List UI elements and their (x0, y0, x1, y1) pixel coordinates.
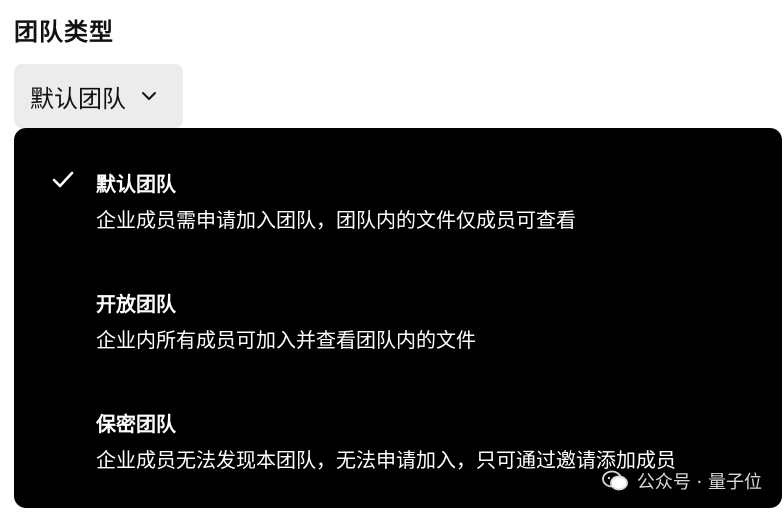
check-icon (52, 170, 74, 190)
option-title: 默认团队 (96, 172, 176, 196)
select-value: 默认团队 (30, 84, 126, 113)
section-title: 团队类型 (14, 18, 114, 46)
option-description: 企业内所有成员可加入并查看团队内的文件 (96, 328, 476, 352)
wechat-icon (601, 470, 629, 492)
option-title: 开放团队 (96, 292, 176, 316)
option-description: 企业成员无法发现本团队，无法申请加入，只可通过邀请添加成员 (96, 448, 676, 472)
team-type-dropdown: 默认团队 企业成员需申请加入团队，团队内的文件仅成员可查看 开放团队 企业内所有… (14, 128, 782, 508)
option-title: 保密团队 (96, 412, 176, 436)
chevron-down-icon (140, 87, 158, 105)
option-default-team[interactable]: 默认团队 企业成员需申请加入团队，团队内的文件仅成员可查看 (14, 128, 782, 238)
option-description: 企业成员需申请加入团队，团队内的文件仅成员可查看 (96, 208, 576, 232)
option-open-team[interactable]: 开放团队 企业内所有成员可加入并查看团队内的文件 (14, 248, 782, 358)
option-private-team[interactable]: 保密团队 企业成员无法发现本团队，无法申请加入，只可通过邀请添加成员 (14, 368, 782, 478)
team-type-select[interactable]: 默认团队 (14, 64, 183, 128)
team-type-page: 团队类型 默认团队 默认团队 企业成员需申请加入团队，团队内的文件仅成员可查看 … (0, 0, 784, 512)
watermark: 公众号 · 量子位 (601, 468, 762, 494)
watermark-text: 公众号 · 量子位 (636, 472, 762, 493)
